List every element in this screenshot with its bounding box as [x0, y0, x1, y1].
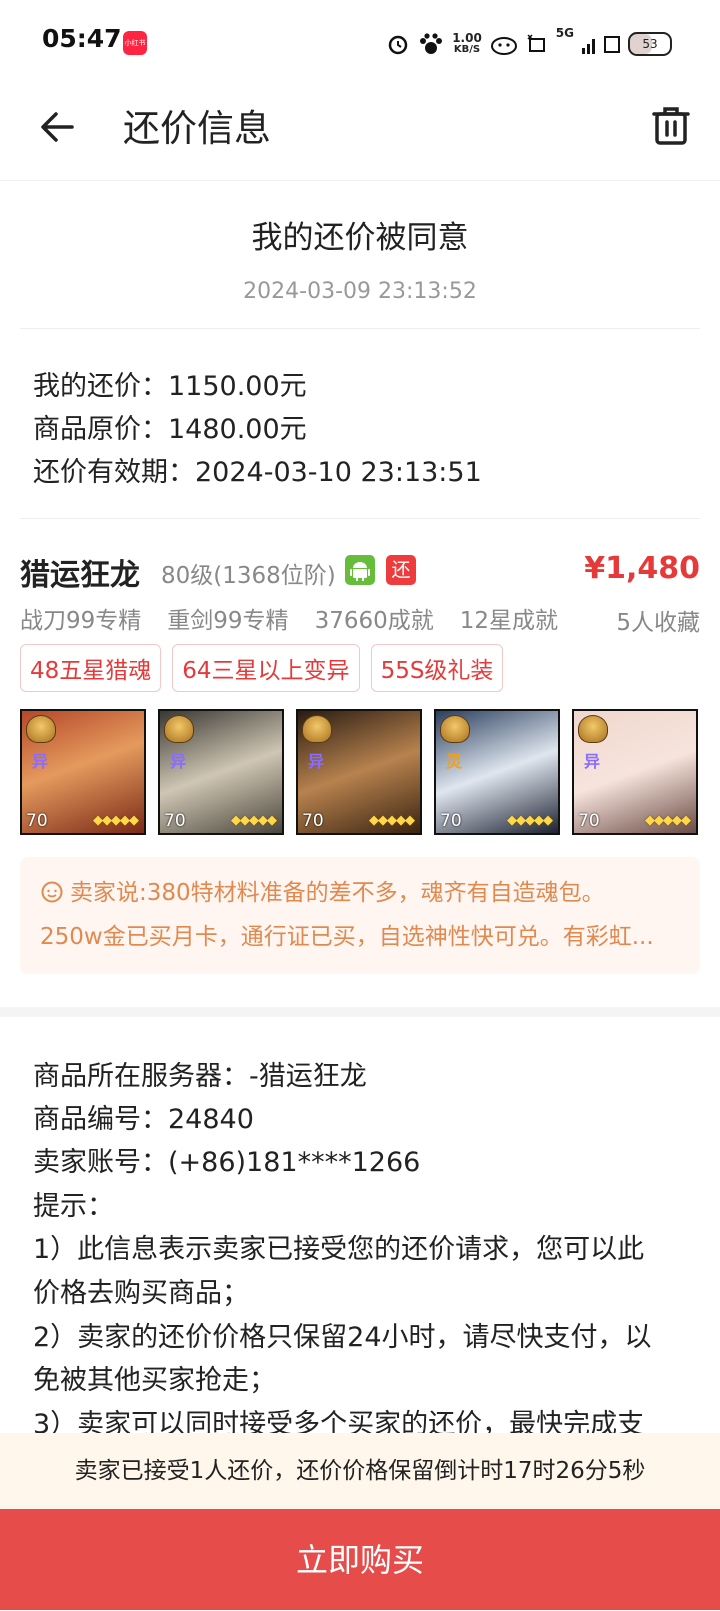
status-bar: 05:47 小红书 1.00 KB/S 5G 53 — [0, 0, 720, 80]
rank-crest-icon — [578, 715, 608, 743]
hero-type: 异 — [308, 752, 325, 771]
divider — [20, 518, 700, 519]
spec-item: 12星成就 — [459, 608, 559, 634]
rank-crest-icon — [164, 715, 194, 743]
hero-stars-icon: ◆◆◆◆◆ — [369, 813, 415, 828]
goods-tag: 48五星猎魂 — [20, 644, 162, 692]
countdown-bar: 卖家已接受1人还价，还价价格保留倒计时17时26分5秒 — [0, 1433, 720, 1509]
status-icons: 1.00 KB/S 5G 53 — [386, 26, 672, 62]
hero-stars-icon: ◆◆◆◆◆ — [645, 813, 691, 828]
hero-type: 异 — [584, 752, 601, 771]
spec-item: 重剑99专精 — [167, 608, 289, 634]
alarm-icon — [388, 35, 408, 55]
hero-level: 70 — [26, 811, 48, 831]
seller-note[interactable]: 卖家说:380特材料准备的差不多，魂齐有自造魂包。 250w金已买月卡，通行证已… — [20, 857, 700, 974]
spec-item: 37660成就 — [314, 608, 434, 634]
goods-specs: 战刀99专精 重剑99专精 37660成就 12星成就 — [20, 601, 558, 635]
tip-text: 免被其他买家抢走； — [33, 1365, 276, 1396]
status-time: 05:47 — [42, 24, 122, 53]
hero-card[interactable]: 异 70 ◆◆◆◆◆ — [158, 709, 284, 835]
seller-account: 卖家账号：(+86)181****1266 — [33, 1147, 421, 1178]
original-price: 商品原价：1480.00元 — [33, 414, 307, 445]
paw-icon — [420, 33, 443, 54]
rank-crest-icon — [440, 715, 470, 743]
goods-tag: 64三星以上变异 — [172, 644, 360, 692]
hero-level: 70 — [578, 811, 600, 831]
tip-text: 2）卖家的还价价格只保留24小时，请尽快支付，以 — [33, 1322, 652, 1353]
hero-level: 70 — [164, 811, 186, 831]
back-arrow-icon — [41, 112, 74, 142]
tip-text: 价格去购买商品； — [33, 1278, 249, 1309]
page-title: 还价信息 — [123, 107, 271, 150]
seller-note-line: 250w金已买月卡，通行证已买，自选神性快可兑。有彩虹... — [40, 924, 654, 950]
bargain-badge: 还 — [386, 555, 416, 585]
battery-icon: 53 — [628, 32, 672, 56]
server-info: 商品所在服务器：-猎运狂龙 — [33, 1061, 367, 1092]
hero-stars-icon: ◆◆◆◆◆ — [231, 813, 277, 828]
cat-icon — [490, 37, 517, 55]
hero-level: 70 — [302, 811, 324, 831]
hero-type: 灵 — [446, 752, 463, 771]
back-button[interactable] — [34, 102, 84, 152]
android-icon — [345, 555, 375, 585]
sim-icon — [604, 36, 620, 53]
hero-type: 异 — [32, 752, 49, 771]
delete-button[interactable] — [646, 102, 696, 152]
hero-card[interactable]: 异 70 ◆◆◆◆◆ — [20, 709, 146, 835]
seller-note-line: 卖家说:380特材料准备的差不多，魂齐有自造魂包。 — [40, 873, 605, 907]
rank-crest-icon — [302, 715, 332, 743]
notice-title: 我的还价被同意 — [251, 220, 469, 256]
hero-list: 异 70 ◆◆◆◆◆ 异 70 ◆◆◆◆◆ 异 70 ◆◆◆◆◆ 灵 70 ◆◆… — [20, 709, 698, 835]
divider — [20, 328, 700, 329]
signal-icon — [582, 39, 595, 54]
spec-item: 战刀99专精 — [20, 608, 142, 634]
goods-level: 80级(1368位阶) — [161, 563, 336, 589]
chat-bubble-icon — [41, 881, 63, 903]
tips-label: 提示： — [33, 1191, 114, 1222]
my-offer: 我的还价：1150.00元 — [33, 371, 307, 402]
hero-card[interactable]: 异 70 ◆◆◆◆◆ — [296, 709, 422, 835]
tip-text: 1）此信息表示卖家已接受您的还价请求，您可以此 — [33, 1234, 645, 1265]
goods-tags: 48五星猎魂 64三星以上变异 55S级礼装 — [20, 644, 504, 692]
goods-price: ¥1,480 — [584, 551, 700, 586]
goods-id: 商品编号：24840 — [33, 1104, 254, 1135]
hero-card[interactable]: 灵 70 ◆◆◆◆◆ — [434, 709, 560, 835]
app-bar: 还价信息 — [0, 80, 720, 181]
trash-icon — [652, 107, 690, 145]
wifi-off-icon — [527, 34, 545, 52]
hero-stars-icon: ◆◆◆◆◆ — [93, 813, 139, 828]
goods-name: 猎运狂龙 — [20, 558, 140, 593]
signal-label: 5G — [555, 26, 574, 40]
hero-level: 70 — [440, 811, 462, 831]
hero-stars-icon: ◆◆◆◆◆ — [507, 813, 553, 828]
rank-crest-icon — [26, 715, 56, 743]
section-separator — [0, 1007, 720, 1017]
app-notification-icon: 小红书 — [123, 31, 147, 55]
goods-tag: 55S级礼装 — [370, 644, 504, 692]
hero-card[interactable]: 异 70 ◆◆◆◆◆ — [572, 709, 698, 835]
net-speed: 1.00 KB/S — [452, 31, 482, 55]
offer-valid-until: 还价有效期：2024-03-10 23:13:51 — [33, 457, 482, 488]
favorites-count: 5人收藏 — [616, 610, 700, 636]
buy-now-button[interactable]: 立即购买 — [0, 1509, 720, 1610]
hero-type: 异 — [170, 752, 187, 771]
notice-time: 2024-03-09 23:13:52 — [243, 279, 477, 304]
